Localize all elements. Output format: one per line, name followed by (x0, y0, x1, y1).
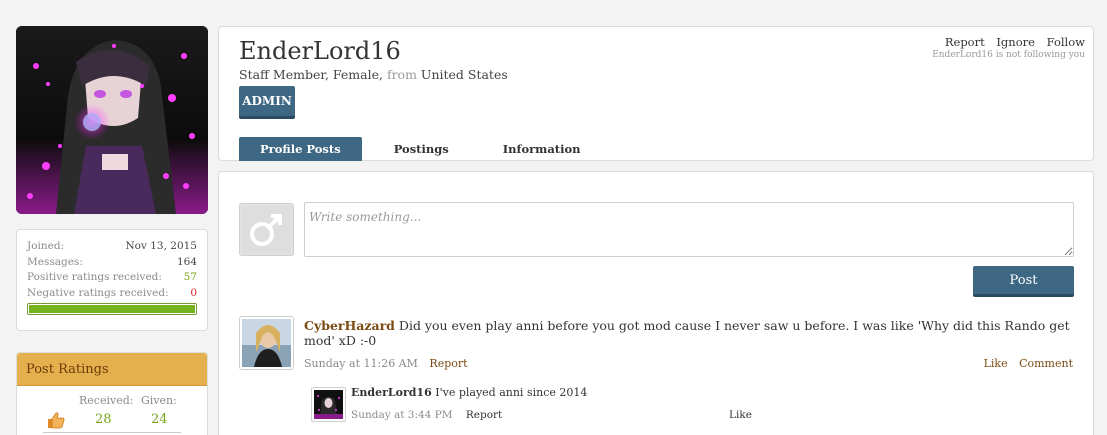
post-ratings-title: Post Ratings (17, 353, 207, 386)
reply-avatar[interactable] (311, 387, 346, 422)
comment-comment-link[interactable]: Comment (1019, 357, 1073, 370)
tab-information[interactable]: Information (482, 137, 602, 161)
from-label: from (386, 67, 417, 82)
commenter-avatar-image (242, 319, 291, 367)
follow-link[interactable]: Follow (1047, 35, 1085, 49)
stat-label: Negative ratings received: (27, 286, 169, 299)
profile-avatar[interactable] (16, 26, 208, 214)
profile-actions: Report Ignore Follow EnderLord16 is not … (932, 35, 1085, 60)
tab-postings[interactable]: Postings (373, 137, 470, 161)
user-role: Staff Member, Female, (239, 67, 383, 82)
my-avatar[interactable] (239, 203, 294, 256)
post-button[interactable]: Post (973, 266, 1074, 297)
post-ratings-box: Post Ratings Received: Given: 28 24 (16, 352, 208, 435)
comment-actions: Like Comment (976, 357, 1073, 370)
reply-body: EnderLord16 I've played anni since 2014 (351, 386, 587, 399)
stat-label: Messages: (27, 255, 83, 268)
reply-avatar-image (314, 390, 343, 419)
comment-report-link[interactable]: Report (429, 357, 467, 370)
received-label: Received: (79, 394, 134, 407)
comment-text: Did you even play anni before you got mo… (304, 318, 1070, 348)
stat-negative-ratings: Negative ratings received: 0 (27, 286, 197, 302)
status-input[interactable] (304, 202, 1074, 257)
avatar-image (16, 26, 208, 214)
profile-header: EnderLord16 Staff Member, Female, from U… (218, 26, 1094, 161)
profile-tabs: Profile Posts Postings Information (239, 137, 602, 161)
given-label: Given: (141, 394, 177, 407)
reply-meta: Sunday at 3:44 PM Report (351, 409, 502, 421)
user-info: Staff Member, Female, from United States (239, 67, 508, 82)
admin-badge: ADMIN (239, 86, 295, 119)
reply-text: I've played anni since 2014 (435, 386, 588, 399)
comment-body: CyberHazard Did you even play anni befor… (304, 318, 1093, 348)
commenter-avatar[interactable] (239, 316, 294, 370)
follow-status: EnderLord16 is not following you (932, 50, 1085, 60)
reply-author[interactable]: EnderLord16 (351, 386, 432, 399)
stat-positive-ratings: Positive ratings received: 57 (27, 270, 197, 286)
stat-messages: Messages: 164 (27, 255, 197, 271)
stat-value: Nov 13, 2015 (125, 240, 197, 252)
comment-meta: Sunday at 11:26 AM Report (304, 357, 468, 370)
ignore-link[interactable]: Ignore (996, 35, 1035, 49)
rating-bar-fill (29, 305, 195, 313)
received-count: 28 (95, 412, 112, 427)
male-placeholder-icon (250, 214, 282, 246)
comment-author[interactable]: CyberHazard (304, 318, 395, 333)
rating-bar (27, 303, 197, 315)
stat-value: 164 (176, 255, 197, 268)
reply-like-link[interactable]: Like (729, 409, 752, 421)
stat-value: 0 (190, 286, 197, 299)
username: EnderLord16 (239, 37, 401, 65)
divider (43, 432, 181, 433)
report-link[interactable]: Report (945, 35, 985, 49)
profile-posts-panel: Post CyberHazard Did you even play anni … (218, 171, 1094, 435)
thumbs-up-icon (48, 412, 65, 429)
comment-time[interactable]: Sunday at 11:26 AM (304, 357, 418, 370)
stat-label: Joined: (27, 240, 65, 252)
reply-report-link[interactable]: Report (466, 409, 502, 421)
user-location[interactable]: United States (421, 67, 508, 82)
stat-label: Positive ratings received: (27, 271, 162, 283)
comment-like-link[interactable]: Like (984, 357, 1008, 370)
member-stats: Joined: Nov 13, 2015 Messages: 164 Posit… (16, 229, 208, 331)
reply-time[interactable]: Sunday at 3:44 PM (351, 409, 453, 421)
stat-joined: Joined: Nov 13, 2015 (27, 239, 197, 255)
given-count: 24 (151, 412, 168, 427)
tab-profile-posts[interactable]: Profile Posts (239, 137, 362, 161)
stat-value: 57 (183, 271, 197, 283)
